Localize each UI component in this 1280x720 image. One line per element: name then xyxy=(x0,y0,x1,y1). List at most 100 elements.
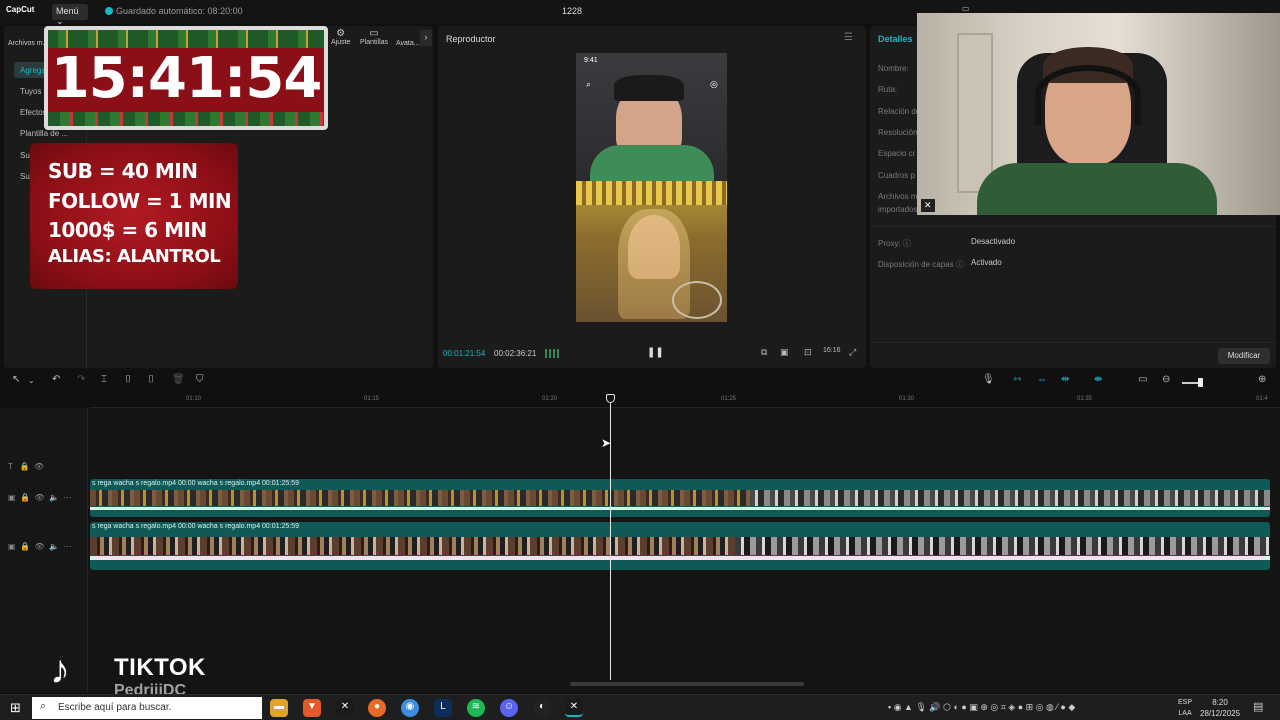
menu-icon[interactable]: ☰ xyxy=(844,32,853,43)
rule-line: ALIAS: ALANTROL xyxy=(48,246,221,267)
taskbar-time: 8:20 xyxy=(1212,698,1228,707)
tab-avatar[interactable]: Avata... xyxy=(396,40,420,47)
more-icon[interactable]: ⋯ xyxy=(63,542,71,551)
chevron-right-icon[interactable]: › xyxy=(420,30,432,46)
autosave-status: Guardado automático: 08:20:00 xyxy=(105,6,243,16)
lang-top: ESP xyxy=(1178,699,1193,706)
chevron-down-icon[interactable]: ⌄ xyxy=(28,376,35,385)
mic-muted-icon: ✕ xyxy=(921,199,935,212)
menu-button[interactable]: Menú ⌄ xyxy=(52,4,88,26)
preview-axis-icon[interactable]: ⇼ xyxy=(1094,374,1102,385)
snap-icon[interactable]: ⇹ xyxy=(1061,374,1069,385)
tray-icons[interactable]: ▪ ◉ ▲ 🎙 🔊 ⬡ ◐ ● ▣ ⊕ ◎ ⌗ ◈ ● ⊞ ◎ ◍ ⁄ ● ◆ xyxy=(888,702,1075,713)
countdown-overlay: 15:41:54 xyxy=(44,26,328,130)
speaker-muted-icon[interactable]: 🔈 xyxy=(49,542,59,551)
zoom-out-icon[interactable]: ⊖ xyxy=(1162,374,1170,385)
tab-media[interactable]: Archivos m... xyxy=(8,40,48,47)
fullscreen-icon[interactable]: ⤢ xyxy=(849,347,856,358)
timeline-toolbar: ↖ ⌄ ↶ ↷ ⌶ ⌷ ⌷ 🗑 ⛉ 🎙 ⇿ ⇔ ⇹ ⇼ ▭ ⊖ ⊕ xyxy=(0,374,1280,392)
detail-label: Archivos m xyxy=(878,192,918,201)
ratio-button[interactable]: 16:16 xyxy=(823,347,841,354)
snapshot-icon[interactable]: ⧉ xyxy=(761,347,767,358)
file-explorer-icon[interactable]: ▬ xyxy=(270,699,288,717)
tennis-racket xyxy=(672,281,722,319)
taskbar-search-input[interactable]: Escribe aquí para buscar. xyxy=(32,697,262,719)
video-clip-2[interactable]: s rega wacha s regalo.mp4 00:00 wacha s … xyxy=(90,522,1270,570)
split-icon[interactable]: ⌶ xyxy=(101,374,107,385)
lock-icon[interactable]: 🔒 xyxy=(20,542,30,551)
eye-icon[interactable]: 👁 xyxy=(34,462,44,471)
shield-icon[interactable]: ⛉ xyxy=(196,374,204,385)
speaker-icon[interactable]: 🔈 xyxy=(49,493,59,502)
split-left-icon[interactable]: ⌷ xyxy=(125,374,131,385)
chevron-down-icon: ⌄ xyxy=(56,16,64,26)
zoom-in-icon[interactable]: ⊕ xyxy=(1258,374,1266,385)
more-icon[interactable]: ⋯ xyxy=(63,493,71,502)
brave-icon[interactable]: ▼ xyxy=(303,699,321,717)
undo-icon[interactable]: ↶ xyxy=(52,374,60,385)
spotify-icon[interactable]: ≋ xyxy=(467,699,485,717)
lock-icon[interactable]: 🔒 xyxy=(20,462,30,471)
discord-icon[interactable]: ☺ xyxy=(500,699,518,717)
countdown-clock: 15:41:54 xyxy=(50,46,323,111)
language-indicator[interactable]: ESP LAA xyxy=(1178,697,1192,719)
quality-icon[interactable]: ▣ xyxy=(780,347,789,358)
detail-label: Ruta: xyxy=(878,85,898,94)
magnet-icon[interactable]: ⇔ xyxy=(1037,374,1047,385)
playhead-handle[interactable] xyxy=(606,394,615,403)
taskbar-clock[interactable]: 8:20 28/12/2025 xyxy=(1200,697,1240,719)
chrome-icon[interactable]: ◉ xyxy=(401,699,419,717)
rule-line: FOLLOW = 1 MIN xyxy=(48,189,232,213)
lang-bottom: LAA xyxy=(1178,710,1192,717)
microphone-icon[interactable]: 🎙 xyxy=(982,374,995,385)
layout-icon[interactable]: ▭ xyxy=(962,4,970,13)
clip-thumbnails-gray xyxy=(750,490,1270,506)
audio-waveform xyxy=(90,507,1270,510)
modify-button[interactable]: Modificar xyxy=(1218,348,1270,364)
mouse-cursor-icon: ➤ xyxy=(601,436,612,450)
detail-label: Espacio cr xyxy=(878,149,916,158)
proxy-value[interactable]: Desactivado xyxy=(971,237,1015,246)
tab-adjust[interactable]: ⚙ Ajuste xyxy=(331,28,350,46)
streamer-shirt xyxy=(977,163,1217,215)
menu-label: Menú xyxy=(56,6,79,16)
tab-templates-label: Plantillas xyxy=(360,39,389,46)
layers-label: Disposición de capas ⓘ xyxy=(878,259,964,270)
autosave-text: Guardado automático: 08:20:00 xyxy=(116,6,243,16)
firefox-icon[interactable]: ● xyxy=(368,699,386,717)
proxy-label-text: Proxy: xyxy=(878,239,901,248)
caption-icon[interactable]: ▭ xyxy=(1138,374,1147,385)
player-panel: Reproductor ☰ 9:41 ⌕ ◎ 00:01:21:54 00:02… xyxy=(438,26,866,368)
eye-icon[interactable]: 👁 xyxy=(34,542,44,551)
info-icon: ⓘ xyxy=(902,239,911,248)
pause-icon[interactable]: ❚❚ xyxy=(647,347,664,358)
text-track-icon: T xyxy=(8,462,13,471)
link-icon[interactable]: ⇿ xyxy=(1013,374,1021,385)
obs-icon[interactable]: ◐ xyxy=(533,699,551,717)
info-icon: ⓘ xyxy=(955,260,964,269)
curtain xyxy=(576,181,727,205)
capcut-active-icon[interactable]: ✕ xyxy=(565,699,583,717)
horizontal-scrollbar[interactable] xyxy=(570,682,804,686)
notification-icon[interactable]: ▤ xyxy=(1253,700,1263,713)
eye-icon[interactable]: 👁 xyxy=(34,493,44,502)
video-preview[interactable]: 9:41 ⌕ ◎ xyxy=(576,53,727,322)
windows-start-icon[interactable]: ⊞ xyxy=(10,700,21,716)
split-right-icon[interactable]: ⌷ xyxy=(148,374,154,385)
capcut-icon[interactable]: ✕ xyxy=(336,699,354,717)
window-controls: ▭ xyxy=(962,4,970,13)
headset xyxy=(1035,65,1141,125)
video-clip-1[interactable]: s rega wacha s regalo.mp4 00:00 wacha s … xyxy=(90,479,1270,517)
select-tool-icon[interactable]: ↖ xyxy=(12,374,20,385)
tab-templates[interactable]: ▭ Plantillas xyxy=(360,28,388,46)
timeline-ruler[interactable]: 01:10 01:15 01:20 01:25 01:30 01:35 01:4 xyxy=(90,394,1280,408)
focus-icon[interactable]: ⊡ xyxy=(804,347,812,358)
league-icon[interactable]: L xyxy=(434,699,452,717)
audio-waveform xyxy=(90,556,1270,560)
zoom-slider-handle[interactable] xyxy=(1198,378,1203,387)
delete-icon[interactable]: 🗑 xyxy=(172,374,185,385)
redo-icon[interactable]: ↷ xyxy=(77,374,85,385)
layers-value[interactable]: Activado xyxy=(971,258,1002,267)
lock-icon[interactable]: 🔒 xyxy=(20,493,30,502)
ruler-tick: 01:4 xyxy=(1256,396,1268,402)
